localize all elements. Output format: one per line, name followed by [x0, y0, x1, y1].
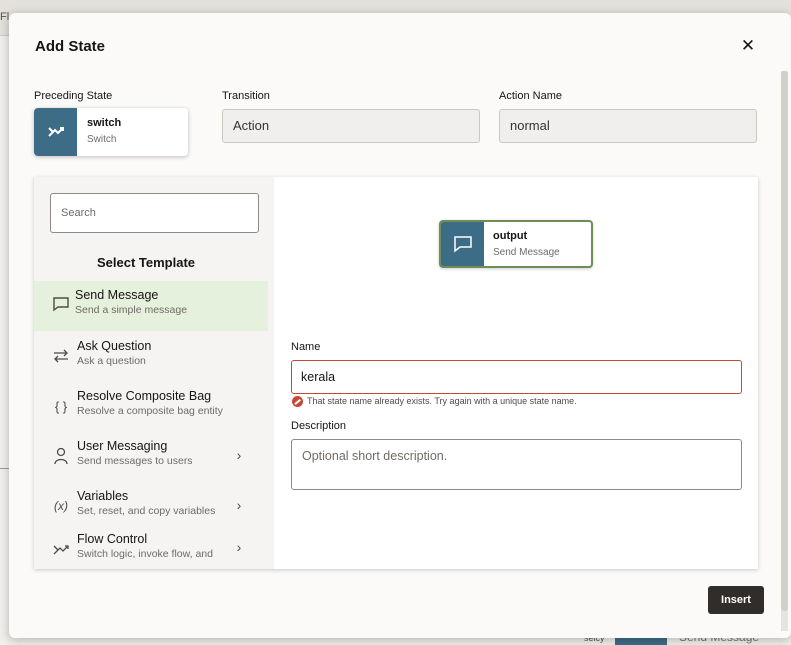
transition-label: Transition: [222, 90, 270, 102]
braces-icon: { }: [54, 398, 68, 414]
description-label: Description: [291, 420, 347, 432]
template-panel: Select Template Send Message Send a simp…: [34, 177, 758, 569]
template-title: Ask Question: [77, 339, 152, 353]
name-error-message: That state name already exists. Try agai…: [307, 396, 577, 406]
template-subtitle: Switch logic, invoke flow, and: [77, 548, 213, 560]
preceding-state-type: Switch: [87, 134, 117, 145]
transition-field[interactable]: Action: [222, 109, 480, 143]
dialog-title: Add State: [35, 38, 106, 55]
template-subtitle: Set, reset, and copy variables: [77, 505, 216, 517]
preceding-state-label: Preceding State: [34, 90, 113, 102]
template-title: Resolve Composite Bag: [77, 389, 212, 403]
template-item-ask-question[interactable]: Ask Question Ask a question: [34, 331, 268, 381]
template-item-user-messaging[interactable]: User Messaging Send messages to users ›: [34, 431, 268, 481]
select-template-heading: Select Template: [96, 255, 196, 270]
preview-node-card: output Send Message: [439, 220, 593, 268]
user-icon: [51, 447, 71, 465]
switch-icon: [34, 108, 77, 156]
insert-button[interactable]: Insert: [708, 586, 764, 614]
error-icon: [292, 396, 303, 407]
template-item-flow-control[interactable]: Flow Control Switch logic, invoke flow, …: [34, 531, 268, 569]
template-subtitle: Send a simple message: [75, 304, 188, 316]
template-item-resolve-composite-bag[interactable]: { } Resolve Composite Bag Resolve a comp…: [34, 381, 268, 431]
search-input[interactable]: [50, 193, 259, 233]
chevron-right-icon[interactable]: ›: [232, 497, 246, 513]
description-input[interactable]: [291, 439, 742, 490]
template-subtitle: Ask a question: [77, 355, 146, 367]
dialog-scrollbar[interactable]: [781, 71, 788, 631]
template-subtitle: Resolve a composite bag entity: [77, 405, 223, 417]
chevron-right-icon[interactable]: ›: [232, 447, 246, 463]
preceding-state-name: switch: [87, 117, 122, 129]
chevron-right-icon[interactable]: ›: [232, 539, 246, 555]
template-title: Send Message: [75, 288, 159, 302]
preview-node-type: Send Message: [493, 247, 560, 258]
template-item-send-message[interactable]: Send Message Send a simple message: [34, 281, 268, 331]
template-title: User Messaging: [77, 439, 168, 453]
chat-bubble-icon: [51, 295, 71, 313]
template-subtitle: Send messages to users: [77, 455, 193, 467]
name-label: Name: [291, 341, 321, 353]
scrollbar-thumb[interactable]: [781, 71, 788, 611]
action-name-field[interactable]: normal: [499, 109, 757, 143]
preceding-state-card: switch Switch: [34, 108, 188, 156]
swap-arrows-icon: [51, 347, 71, 365]
template-title: Variables: [77, 489, 129, 503]
template-title: Flow Control: [77, 532, 148, 546]
template-item-variables[interactable]: (x) Variables Set, reset, and copy varia…: [34, 481, 268, 531]
preview-node-name: output: [493, 230, 528, 242]
template-list: Select Template Send Message Send a simp…: [34, 177, 274, 569]
name-input[interactable]: [291, 360, 742, 394]
flow-icon: [51, 541, 71, 559]
variable-icon: (x): [54, 499, 68, 513]
chat-bubble-icon: [441, 222, 484, 266]
action-name-label: Action Name: [499, 90, 562, 102]
background-fragment-text: Fl: [0, 11, 10, 23]
close-icon[interactable]: ✕: [740, 37, 756, 54]
add-state-dialog: Add State ✕ Preceding State switch Switc…: [9, 13, 791, 638]
